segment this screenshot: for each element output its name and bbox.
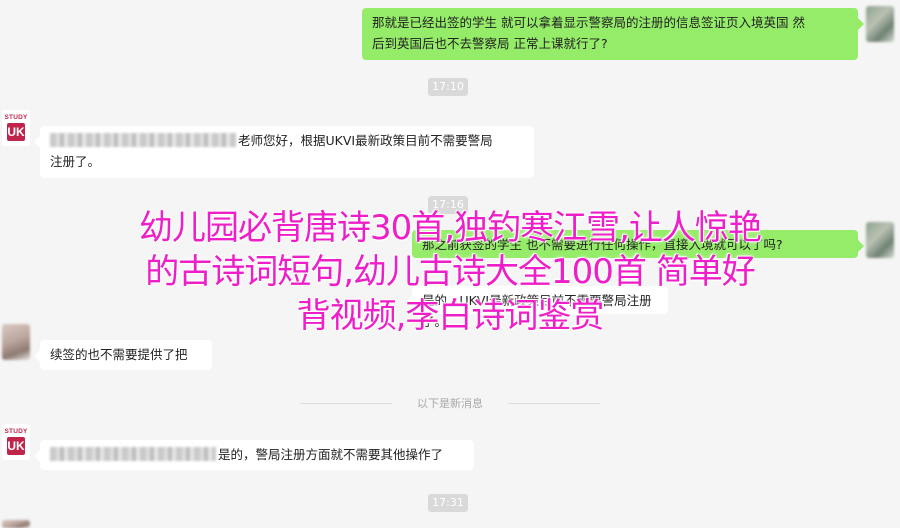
message-line: 续签的也不需要提供了把 (50, 347, 188, 362)
message-bubble-incoming[interactable]: 是的，警局注册方面就不需要其他操作了 (34, 440, 474, 470)
message-bubble-incoming[interactable]: 是的，UKVI最新政策目前不需要警局注册了。 (406, 286, 668, 329)
message-line: 那之前获签的学生 也不需要进行任何操作，直接入境就可以了吗? (422, 237, 783, 252)
message-bubble-outgoing[interactable]: 那之前获签的学生 也不需要进行任何操作，直接入境就可以了吗? (412, 230, 864, 258)
redacted-text (50, 133, 236, 147)
message-line: 是的，警局注册方面就不需要其他操作了 (50, 444, 464, 465)
contact-avatar[interactable] (2, 520, 30, 528)
message-bubble-incoming[interactable]: 老师您好，根据UKVI最新政策目前不需要警局 注册了。 (34, 126, 534, 178)
divider-label: 以下是新消息 (417, 397, 483, 410)
message-line: 那就是已经出签的学生 就可以拿着显示警察局的注册的信息签证页入境英国 然 (372, 15, 805, 30)
timestamp: 17:31 (428, 494, 468, 512)
avatar-logo-text: STUDY (4, 428, 28, 435)
message-line: 老师您好，根据UKVI最新政策目前不需要警局 (50, 130, 524, 151)
study-uk-avatar[interactable]: STUDY UK (2, 424, 30, 460)
avatar-logo-text: STUDY (4, 114, 28, 121)
avatar-logo-text: UK (7, 123, 25, 141)
message-text: 是的，警局注册方面就不需要其他操作了 (218, 447, 444, 462)
message-line: 注册了。 (50, 154, 101, 169)
timestamp: 17:16 (428, 196, 468, 214)
message-line: 是的，UKVI最新政策目前不需要警局注册了。 (422, 293, 652, 329)
self-avatar[interactable] (866, 222, 894, 258)
avatar-logo-text: UK (7, 437, 25, 455)
timestamp: 17:10 (428, 78, 468, 96)
redacted-text (50, 447, 216, 461)
self-avatar[interactable] (866, 6, 894, 42)
message-text: 老师您好，根据UKVI最新政策目前不需要警局 (238, 133, 493, 148)
message-bubble-outgoing[interactable]: 那就是已经出签的学生 就可以拿着显示警察局的注册的信息签证页入境英国 然 后到英… (362, 8, 864, 60)
study-uk-avatar[interactable]: STUDY UK (2, 110, 30, 146)
message-line: 后到英国后也不去警察局 正常上课就行了? (372, 36, 608, 51)
new-messages-divider: 以下是新消息 (300, 396, 600, 410)
contact-avatar[interactable] (2, 324, 30, 360)
chat-window: 那就是已经出签的学生 就可以拿着显示警察局的注册的信息签证页入境英国 然 后到英… (0, 0, 900, 528)
message-bubble-incoming[interactable]: 续签的也不需要提供了把 (34, 340, 212, 370)
